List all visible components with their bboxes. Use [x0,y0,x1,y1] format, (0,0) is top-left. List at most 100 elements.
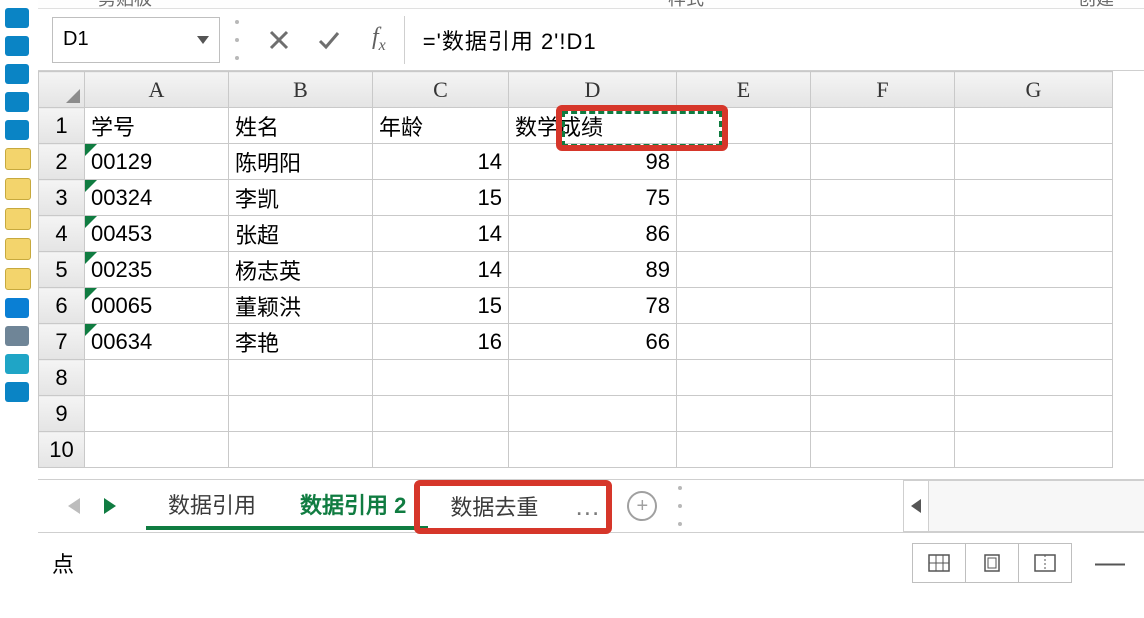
cell[interactable] [677,216,811,252]
cell[interactable] [85,432,229,468]
taskbar-icon[interactable] [5,178,31,200]
taskbar-icon[interactable] [5,64,29,84]
column-header[interactable]: F [811,72,955,108]
taskbar-icon[interactable] [5,238,31,260]
row-header[interactable]: 6 [39,288,85,324]
cell[interactable] [677,432,811,468]
cell[interactable]: 00129 [85,144,229,180]
cell[interactable]: 75 [509,180,677,216]
cell[interactable] [955,432,1113,468]
add-sheet-button[interactable]: + [627,491,657,521]
more-sheets-icon[interactable]: … [574,491,603,522]
row-header[interactable]: 1 [39,108,85,144]
accept-formula-button[interactable] [310,20,348,60]
taskbar-icon[interactable] [5,298,29,318]
row-header[interactable]: 2 [39,144,85,180]
row-header[interactable]: 9 [39,396,85,432]
cell[interactable]: 年龄 [373,108,509,144]
taskbar-icon[interactable] [5,354,29,374]
taskbar-icon[interactable] [5,92,29,112]
cell[interactable] [229,396,373,432]
row-header[interactable]: 7 [39,324,85,360]
cell[interactable] [955,360,1113,396]
cell[interactable] [229,360,373,396]
taskbar-icon[interactable] [5,208,31,230]
cell[interactable] [677,396,811,432]
cell[interactable]: 张超 [229,216,373,252]
cell[interactable] [509,360,677,396]
sheet-nav-prev-icon[interactable] [68,498,80,514]
row-header[interactable]: 10 [39,432,85,468]
cell[interactable]: 李凯 [229,180,373,216]
cell[interactable] [677,108,811,144]
sheet-tab-3[interactable]: 数据去重 [428,484,560,528]
cell[interactable]: 16 [373,324,509,360]
row-header[interactable]: 8 [39,360,85,396]
cell[interactable]: 董颖洪 [229,288,373,324]
cell[interactable]: 李艳 [229,324,373,360]
cell[interactable]: 姓名 [229,108,373,144]
taskbar-icon[interactable] [5,8,29,28]
cell[interactable] [811,108,955,144]
column-header[interactable]: E [677,72,811,108]
column-header[interactable]: B [229,72,373,108]
fx-icon[interactable]: fx [372,24,386,55]
sheet-tab-2[interactable]: 数据引用 2 [278,482,428,530]
cell[interactable]: 14 [373,216,509,252]
cell[interactable] [811,216,955,252]
cell[interactable]: 14 [373,144,509,180]
sheet-nav-next-icon[interactable] [104,498,116,514]
cell[interactable]: 00453 [85,216,229,252]
cell[interactable] [955,180,1113,216]
cell[interactable]: 89 [509,252,677,288]
view-normal-button[interactable] [912,543,966,583]
spreadsheet-grid[interactable]: ABCDEFG1学号姓名年龄数学成绩200129陈明阳1498300324李凯1… [38,71,1144,480]
cell[interactable]: 00634 [85,324,229,360]
cell[interactable]: 15 [373,180,509,216]
cell[interactable] [955,108,1113,144]
row-header[interactable]: 4 [39,216,85,252]
cell[interactable] [811,324,955,360]
cancel-formula-button[interactable] [260,20,298,60]
cell[interactable]: 98 [509,144,677,180]
cell[interactable] [811,396,955,432]
select-all-corner[interactable] [39,72,85,108]
cell[interactable] [677,360,811,396]
column-header[interactable]: C [373,72,509,108]
cell[interactable]: 杨志英 [229,252,373,288]
cell[interactable] [811,360,955,396]
column-header[interactable]: G [955,72,1113,108]
cell[interactable] [373,396,509,432]
cell[interactable] [85,396,229,432]
cell[interactable] [677,288,811,324]
cell[interactable] [229,432,373,468]
cell[interactable] [677,180,811,216]
taskbar-icon[interactable] [5,148,31,170]
cell[interactable] [811,288,955,324]
cell[interactable] [955,396,1113,432]
view-page-layout-button[interactable] [965,543,1019,583]
cell[interactable]: 15 [373,288,509,324]
cell[interactable] [811,252,955,288]
cell[interactable]: 78 [509,288,677,324]
cell[interactable] [509,432,677,468]
taskbar-icon[interactable] [5,36,29,56]
row-header[interactable]: 3 [39,180,85,216]
name-box[interactable]: D1 [52,17,220,63]
chevron-down-icon[interactable] [197,36,209,44]
cell[interactable] [85,360,229,396]
taskbar-icon[interactable] [5,268,31,290]
taskbar-icon[interactable] [5,120,29,140]
cell[interactable] [373,432,509,468]
cell[interactable]: 66 [509,324,677,360]
cell[interactable] [811,432,955,468]
taskbar-icon[interactable] [5,382,29,402]
cell[interactable] [677,252,811,288]
column-header[interactable]: D [509,72,677,108]
cell[interactable] [955,144,1113,180]
row-header[interactable]: 5 [39,252,85,288]
cell[interactable]: 00065 [85,288,229,324]
sheet-tab-1[interactable]: 数据引用 [146,482,278,530]
formula-input[interactable] [404,16,1144,64]
cell[interactable]: 14 [373,252,509,288]
